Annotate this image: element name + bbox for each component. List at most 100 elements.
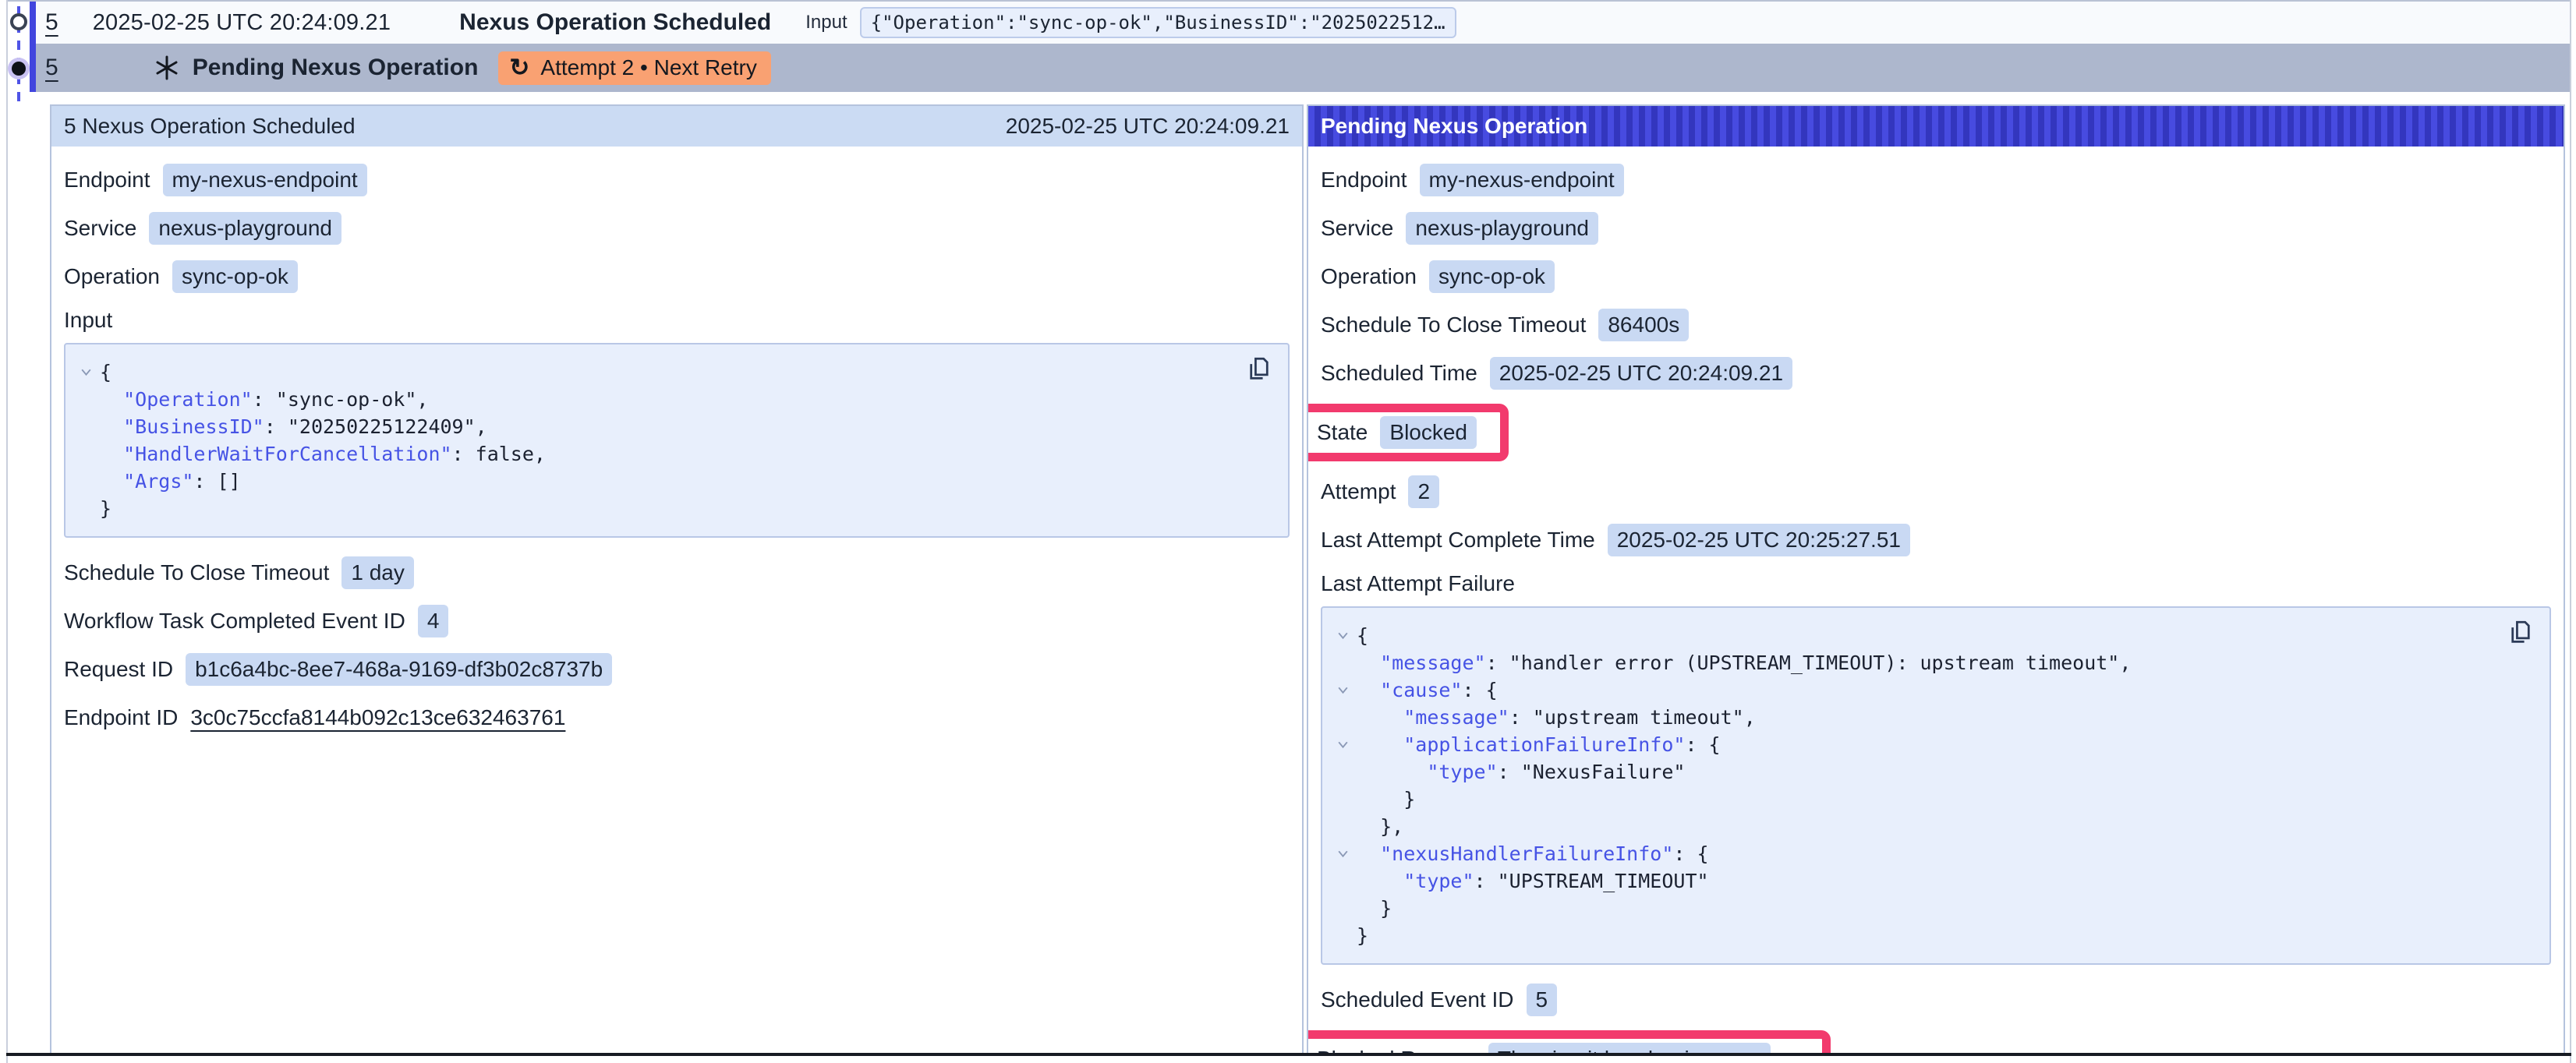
field-scheduled-event-id: Scheduled Event ID 5 (1321, 982, 2551, 1018)
json-line: "type": "NexusFailure" (1329, 758, 2500, 786)
json-line-text: "HandlerWaitForCancellation": false, (100, 440, 546, 468)
endpoint-id-link[interactable]: 3c0c75ccfa8144b092c13ce632463761 (190, 705, 565, 730)
json-line: { (1329, 622, 2500, 649)
scheduled-panel-title: 5 Nexus Operation Scheduled (64, 114, 356, 139)
json-line-text: { (1357, 622, 1368, 649)
field-label: Operation (1321, 264, 1417, 289)
field-scheduled-time: Scheduled Time 2025-02-25 UTC 20:24:09.2… (1321, 355, 2551, 391)
copy-icon[interactable] (1247, 357, 1271, 382)
json-line: "message": "handler error (UPSTREAM_TIME… (1329, 649, 2500, 676)
right-border (2570, 0, 2571, 1063)
pending-event-id-link[interactable]: 5 (45, 55, 58, 81)
json-line-text: } (1357, 922, 1368, 949)
json-gutter (1329, 758, 1357, 786)
json-line-text: } (1357, 786, 1415, 813)
field-endpoint-id: Endpoint ID 3c0c75ccfa8144b092c13ce63246… (64, 700, 1290, 736)
retry-icon: ↻ (509, 55, 529, 79)
event-title: Nexus Operation Scheduled (459, 9, 771, 36)
workflow-history-screen: 5 2025-02-25 UTC 20:24:09.21 Nexus Opera… (0, 0, 2576, 1063)
field-attempt: Attempt 2 (1321, 474, 2551, 510)
field-label: Scheduled Time (1321, 361, 1477, 386)
field-value-pill: 1 day (341, 556, 414, 589)
state-value-pill: Blocked (1380, 416, 1477, 449)
field-label: Service (1321, 216, 1393, 241)
event-id-link[interactable]: 5 (45, 9, 58, 36)
event-row-pending[interactable]: 5 Pending Nexus Operation ↻ Attempt 2 • … (36, 44, 2570, 92)
failure-json-viewer: { "message": "handler error (UPSTREAM_TI… (1321, 606, 2551, 965)
json-line: "BusinessID": "20250225122409", (72, 413, 1238, 440)
field-label: Service (64, 216, 136, 241)
json-line-text: "message": "handler error (UPSTREAM_TIME… (1357, 649, 2131, 676)
json-line: "message": "upstream timeout", (1329, 704, 2500, 731)
bottom-divider (6, 1053, 2571, 1056)
json-line: "Args": [] (72, 468, 1238, 495)
field-value-pill: nexus-playground (1406, 212, 1598, 245)
field-schedule-to-close-timeout: Schedule To Close Timeout 1 day (64, 555, 1290, 591)
field-workflow-task-completed-event-id: Workflow Task Completed Event ID 4 (64, 603, 1290, 639)
event-input-label: Input (805, 12, 847, 34)
field-value-pill: 2 (1408, 475, 1439, 508)
input-json-viewer: { "Operation": "sync-op-ok", "BusinessID… (64, 343, 1290, 538)
field-schedule-to-close-timeout: Schedule To Close Timeout 86400s (1321, 307, 2551, 343)
json-gutter (1329, 895, 1357, 922)
json-key: "message" (1380, 652, 1485, 674)
json-key: "message" (1403, 706, 1509, 729)
json-line-text: } (1357, 895, 1392, 922)
json-line: "applicationFailureInfo": { (1329, 731, 2500, 758)
json-key: "Args" (123, 470, 193, 493)
pending-panel-title: Pending Nexus Operation (1321, 114, 1587, 139)
json-line-text: "Operation": "sync-op-ok", (100, 386, 428, 413)
pending-panel-header: Pending Nexus Operation (1308, 106, 2564, 147)
blocked-reason-highlight-annotation: Blocked Reason The circuit breaker is op… (1307, 1030, 1831, 1054)
field-value-pill: nexus-playground (149, 212, 341, 245)
scheduled-panel-timestamp: 2025-02-25 UTC 20:24:09.21 (1006, 114, 1290, 139)
field-endpoint: Endpoint my-nexus-endpoint (64, 162, 1290, 198)
event-row-scheduled[interactable]: 5 2025-02-25 UTC 20:24:09.21 Nexus Opera… (36, 2, 2570, 44)
field-label: Schedule To Close Timeout (64, 560, 329, 585)
json-line: } (1329, 895, 2500, 922)
json-collapse-toggle[interactable] (1329, 840, 1357, 867)
json-line: } (1329, 922, 2500, 949)
pending-operation-panel: Pending Nexus Operation Endpoint my-nexu… (1307, 104, 2565, 1054)
json-line-text: "cause": { (1357, 676, 1498, 704)
json-line: } (72, 495, 1238, 522)
field-value-pill: my-nexus-endpoint (163, 164, 367, 196)
json-gutter (1329, 649, 1357, 676)
json-collapse-toggle[interactable] (1329, 676, 1357, 704)
json-line: { (72, 358, 1238, 386)
field-label: Last Attempt Complete Time (1321, 528, 1595, 553)
left-border (6, 0, 8, 1063)
field-label: Last Attempt Failure (1321, 571, 1515, 596)
json-line: }, (1329, 813, 2500, 840)
json-gutter (72, 413, 100, 440)
json-gutter (72, 386, 100, 413)
field-operation: Operation sync-op-ok (64, 259, 1290, 295)
event-input-preview: {"Operation":"sync-op-ok","BusinessID":"… (860, 7, 1456, 38)
field-label: Schedule To Close Timeout (1321, 313, 1586, 337)
field-label: Endpoint (64, 168, 150, 192)
field-request-id: Request ID b1c6a4bc-8ee7-468a-9169-df3b0… (64, 652, 1290, 687)
json-line: "nexusHandlerFailureInfo": { (1329, 840, 2500, 867)
scheduled-panel-header: 5 Nexus Operation Scheduled 2025-02-25 U… (51, 106, 1302, 147)
scheduled-event-detail-panel: 5 Nexus Operation Scheduled 2025-02-25 U… (50, 104, 1304, 1054)
copy-icon[interactable] (2509, 620, 2532, 645)
json-gutter (1329, 704, 1357, 731)
json-line: "Operation": "sync-op-ok", (72, 386, 1238, 413)
field-value-pill: 2025-02-25 UTC 20:24:09.21 (1490, 357, 1792, 390)
json-collapse-toggle[interactable] (1329, 622, 1357, 649)
json-key: "BusinessID" (123, 415, 264, 438)
json-collapse-toggle[interactable] (72, 358, 100, 386)
json-line-text: "message": "upstream timeout", (1357, 704, 1756, 731)
field-value-pill: 86400s (1598, 309, 1689, 341)
field-state: State Blocked (1317, 415, 1477, 450)
blocked-reason-annotation-row: Blocked Reason The circuit breaker is op… (1321, 1030, 2551, 1054)
json-gutter (1329, 786, 1357, 813)
retry-badge-label: Attempt 2 • Next Retry (540, 55, 756, 80)
json-line: } (1329, 786, 2500, 813)
collapse-chevron-icon (1336, 738, 1350, 751)
field-value-pill: sync-op-ok (172, 260, 298, 293)
json-key: "cause" (1380, 679, 1462, 701)
json-collapse-toggle[interactable] (1329, 731, 1357, 758)
json-gutter (72, 440, 100, 468)
field-service: Service nexus-playground (1321, 210, 2551, 246)
